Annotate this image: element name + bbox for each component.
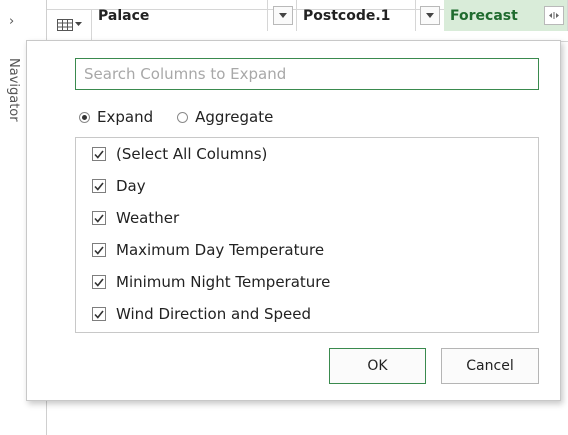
column-checkbox-select-all[interactable]: (Select All Columns) — [92, 142, 267, 166]
radio-unselected-icon — [177, 111, 189, 123]
checkbox-label: (Select All Columns) — [116, 145, 268, 163]
radio-selected-icon — [79, 111, 90, 123]
checkbox-checked-icon — [92, 243, 106, 257]
checkbox-checked-icon — [92, 147, 106, 161]
chevron-down-icon — [426, 13, 434, 18]
navigator-label: Navigator — [6, 58, 21, 122]
column-checkbox-weather[interactable]: Weather — [92, 206, 179, 230]
column-checkbox-min-night-temp[interactable]: Minimum Night Temperature — [92, 270, 330, 294]
column-header-label: Forecast — [450, 7, 518, 24]
expand-radio-label: Expand — [97, 108, 154, 126]
mode-radio-group: Expand Aggregate — [79, 105, 273, 129]
aggregate-radio[interactable]: Aggregate — [177, 108, 273, 126]
column-header-postcode[interactable]: Postcode.1 — [296, 0, 416, 31]
postcode-filter-button[interactable] — [420, 6, 440, 25]
column-header-label: Postcode.1 — [303, 7, 391, 24]
forecast-expand-button[interactable] — [544, 6, 564, 25]
palace-filter-button[interactable] — [273, 6, 293, 25]
aggregate-radio-label: Aggregate — [195, 108, 274, 126]
expand-columns-dialog: Expand Aggregate (Select All Columns) Da… — [26, 40, 561, 401]
checkbox-label: Maximum Day Temperature — [116, 241, 325, 259]
column-header-palace[interactable]: Palace — [92, 0, 268, 31]
chevron-down-icon — [74, 22, 82, 26]
checkbox-checked-icon — [92, 211, 106, 225]
checkbox-checked-icon — [92, 275, 106, 289]
column-checkbox-day[interactable]: Day — [92, 174, 146, 198]
expand-columns-icon — [549, 12, 559, 19]
checkbox-label: Weather — [116, 209, 180, 227]
ok-button[interactable]: OK — [329, 348, 426, 384]
checkbox-checked-icon — [92, 307, 106, 321]
search-columns-input[interactable] — [75, 58, 539, 90]
column-checkbox-max-day-temp[interactable]: Maximum Day Temperature — [92, 238, 324, 262]
checkbox-checked-icon — [92, 179, 106, 193]
cancel-button[interactable]: Cancel — [441, 348, 539, 384]
columns-checkbox-list: (Select All Columns) Day Weather Maximum… — [75, 137, 539, 333]
table-icon — [56, 18, 73, 31]
checkbox-label: Wind Direction and Speed — [116, 305, 312, 323]
column-checkbox-wind[interactable]: Wind Direction and Speed — [92, 302, 311, 326]
expand-radio[interactable]: Expand — [79, 108, 153, 126]
table-menu-button[interactable] — [47, 9, 92, 40]
checkbox-label: Day — [116, 177, 146, 195]
checkbox-label: Minimum Night Temperature — [116, 273, 331, 291]
chevron-down-icon — [279, 13, 287, 18]
navigator-expand-chevron[interactable]: › — [9, 14, 14, 29]
column-header-label: Palace — [98, 7, 150, 24]
